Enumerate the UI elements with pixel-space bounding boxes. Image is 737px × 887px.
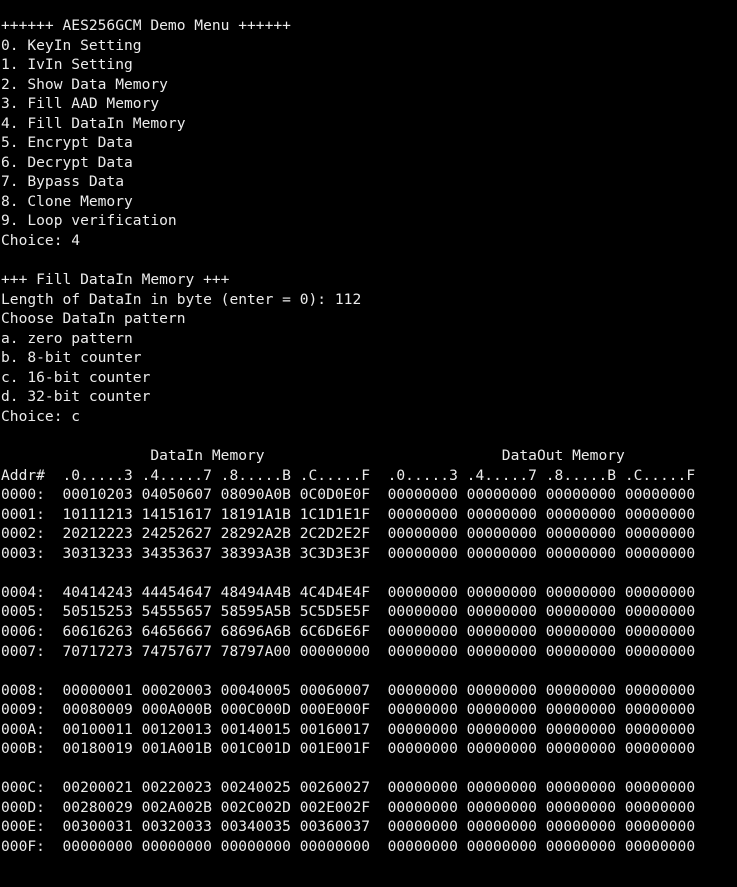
pattern-option-8bit-counter: b. 8-bit counter (1, 349, 142, 367)
memory-dump-column-header: Addr# .0.....3 .4.....7 .8.....B .C.....… (1, 466, 696, 484)
menu-title: ++++++ AES256GCM Demo Menu ++++++ (1, 17, 291, 34)
terminal-output[interactable]: ++++++ AES256GCM Demo Menu ++++++ 0. Key… (1, 16, 735, 857)
menu-item-fill-datain-memory: 4. Fill DataIn Memory (1, 114, 186, 132)
memory-row: 0009: 00080009 000A000B 000C000D 000E000… (1, 701, 696, 719)
memory-row: 000B: 00180019 001A001B 001C001D 001E001… (1, 740, 696, 758)
memory-dump-titles: DataIn Memory DataOut Memory (1, 447, 625, 465)
memory-row: 0004: 40414243 44454647 48494A4B 4C4D4E4… (1, 583, 696, 601)
memory-row: 0002: 20212223 24252627 28292A2B 2C2D2E2… (1, 525, 696, 543)
memory-row: 000D: 00280029 002A002B 002C002D 002E002… (1, 798, 696, 816)
memory-row: 000E: 00300031 00320033 00340035 0036003… (1, 818, 696, 836)
menu-item-fill-aad-memory: 3. Fill AAD Memory (1, 95, 160, 113)
menu-item-keyin: 0. KeyIn Setting (1, 36, 142, 54)
menu-item-decrypt-data: 6. Decrypt Data (1, 153, 133, 171)
menu-item-show-data-memory: 2. Show Data Memory (1, 75, 168, 93)
menu-item-loop-verification: 9. Loop verification (1, 212, 177, 230)
menu-item-encrypt-data: 5. Encrypt Data (1, 134, 133, 152)
memory-row: 0008: 00000001 00020003 00040005 0006000… (1, 681, 696, 699)
memory-row: 0005: 50515253 54555657 58595A5B 5C5D5E5… (1, 603, 696, 621)
pattern-option-16bit-counter: c. 16-bit counter (1, 368, 151, 386)
menu-item-clone-memory: 8. Clone Memory (1, 192, 133, 210)
memory-row: 0001: 10111213 14151617 18191A1B 1C1D1E1… (1, 505, 696, 523)
memory-row: 0000: 00010203 04050607 08090A0B 0C0D0E0… (1, 486, 696, 504)
pattern-option-zero: a. zero pattern (1, 329, 133, 347)
memory-row: 000C: 00200021 00220023 00240025 0026002… (1, 779, 696, 797)
menu-item-bypass-data: 7. Bypass Data (1, 173, 125, 191)
pattern-choice: Choice: c (1, 407, 81, 425)
fill-datain-title: +++ Fill DataIn Memory +++ (1, 271, 230, 289)
datain-length-prompt: Length of DataIn in byte (enter = 0): 11… (1, 290, 362, 308)
pattern-option-32bit-counter: d. 32-bit counter (1, 388, 151, 406)
memory-row: 000F: 00000000 00000000 00000000 0000000… (1, 837, 696, 855)
memory-row: 0006: 60616263 64656667 68696A6B 6C6D6E6… (1, 622, 696, 640)
memory-row: 000A: 00100011 00120013 00140015 0016001… (1, 720, 696, 738)
memory-row: 0007: 70717273 74757677 78797A00 0000000… (1, 642, 696, 660)
datain-pattern-prompt: Choose DataIn pattern (1, 310, 186, 328)
menu-choice: Choice: 4 (1, 232, 81, 250)
menu-item-ivin: 1. IvIn Setting (1, 56, 133, 74)
memory-row: 0003: 30313233 34353637 38393A3B 3C3D3E3… (1, 544, 696, 562)
